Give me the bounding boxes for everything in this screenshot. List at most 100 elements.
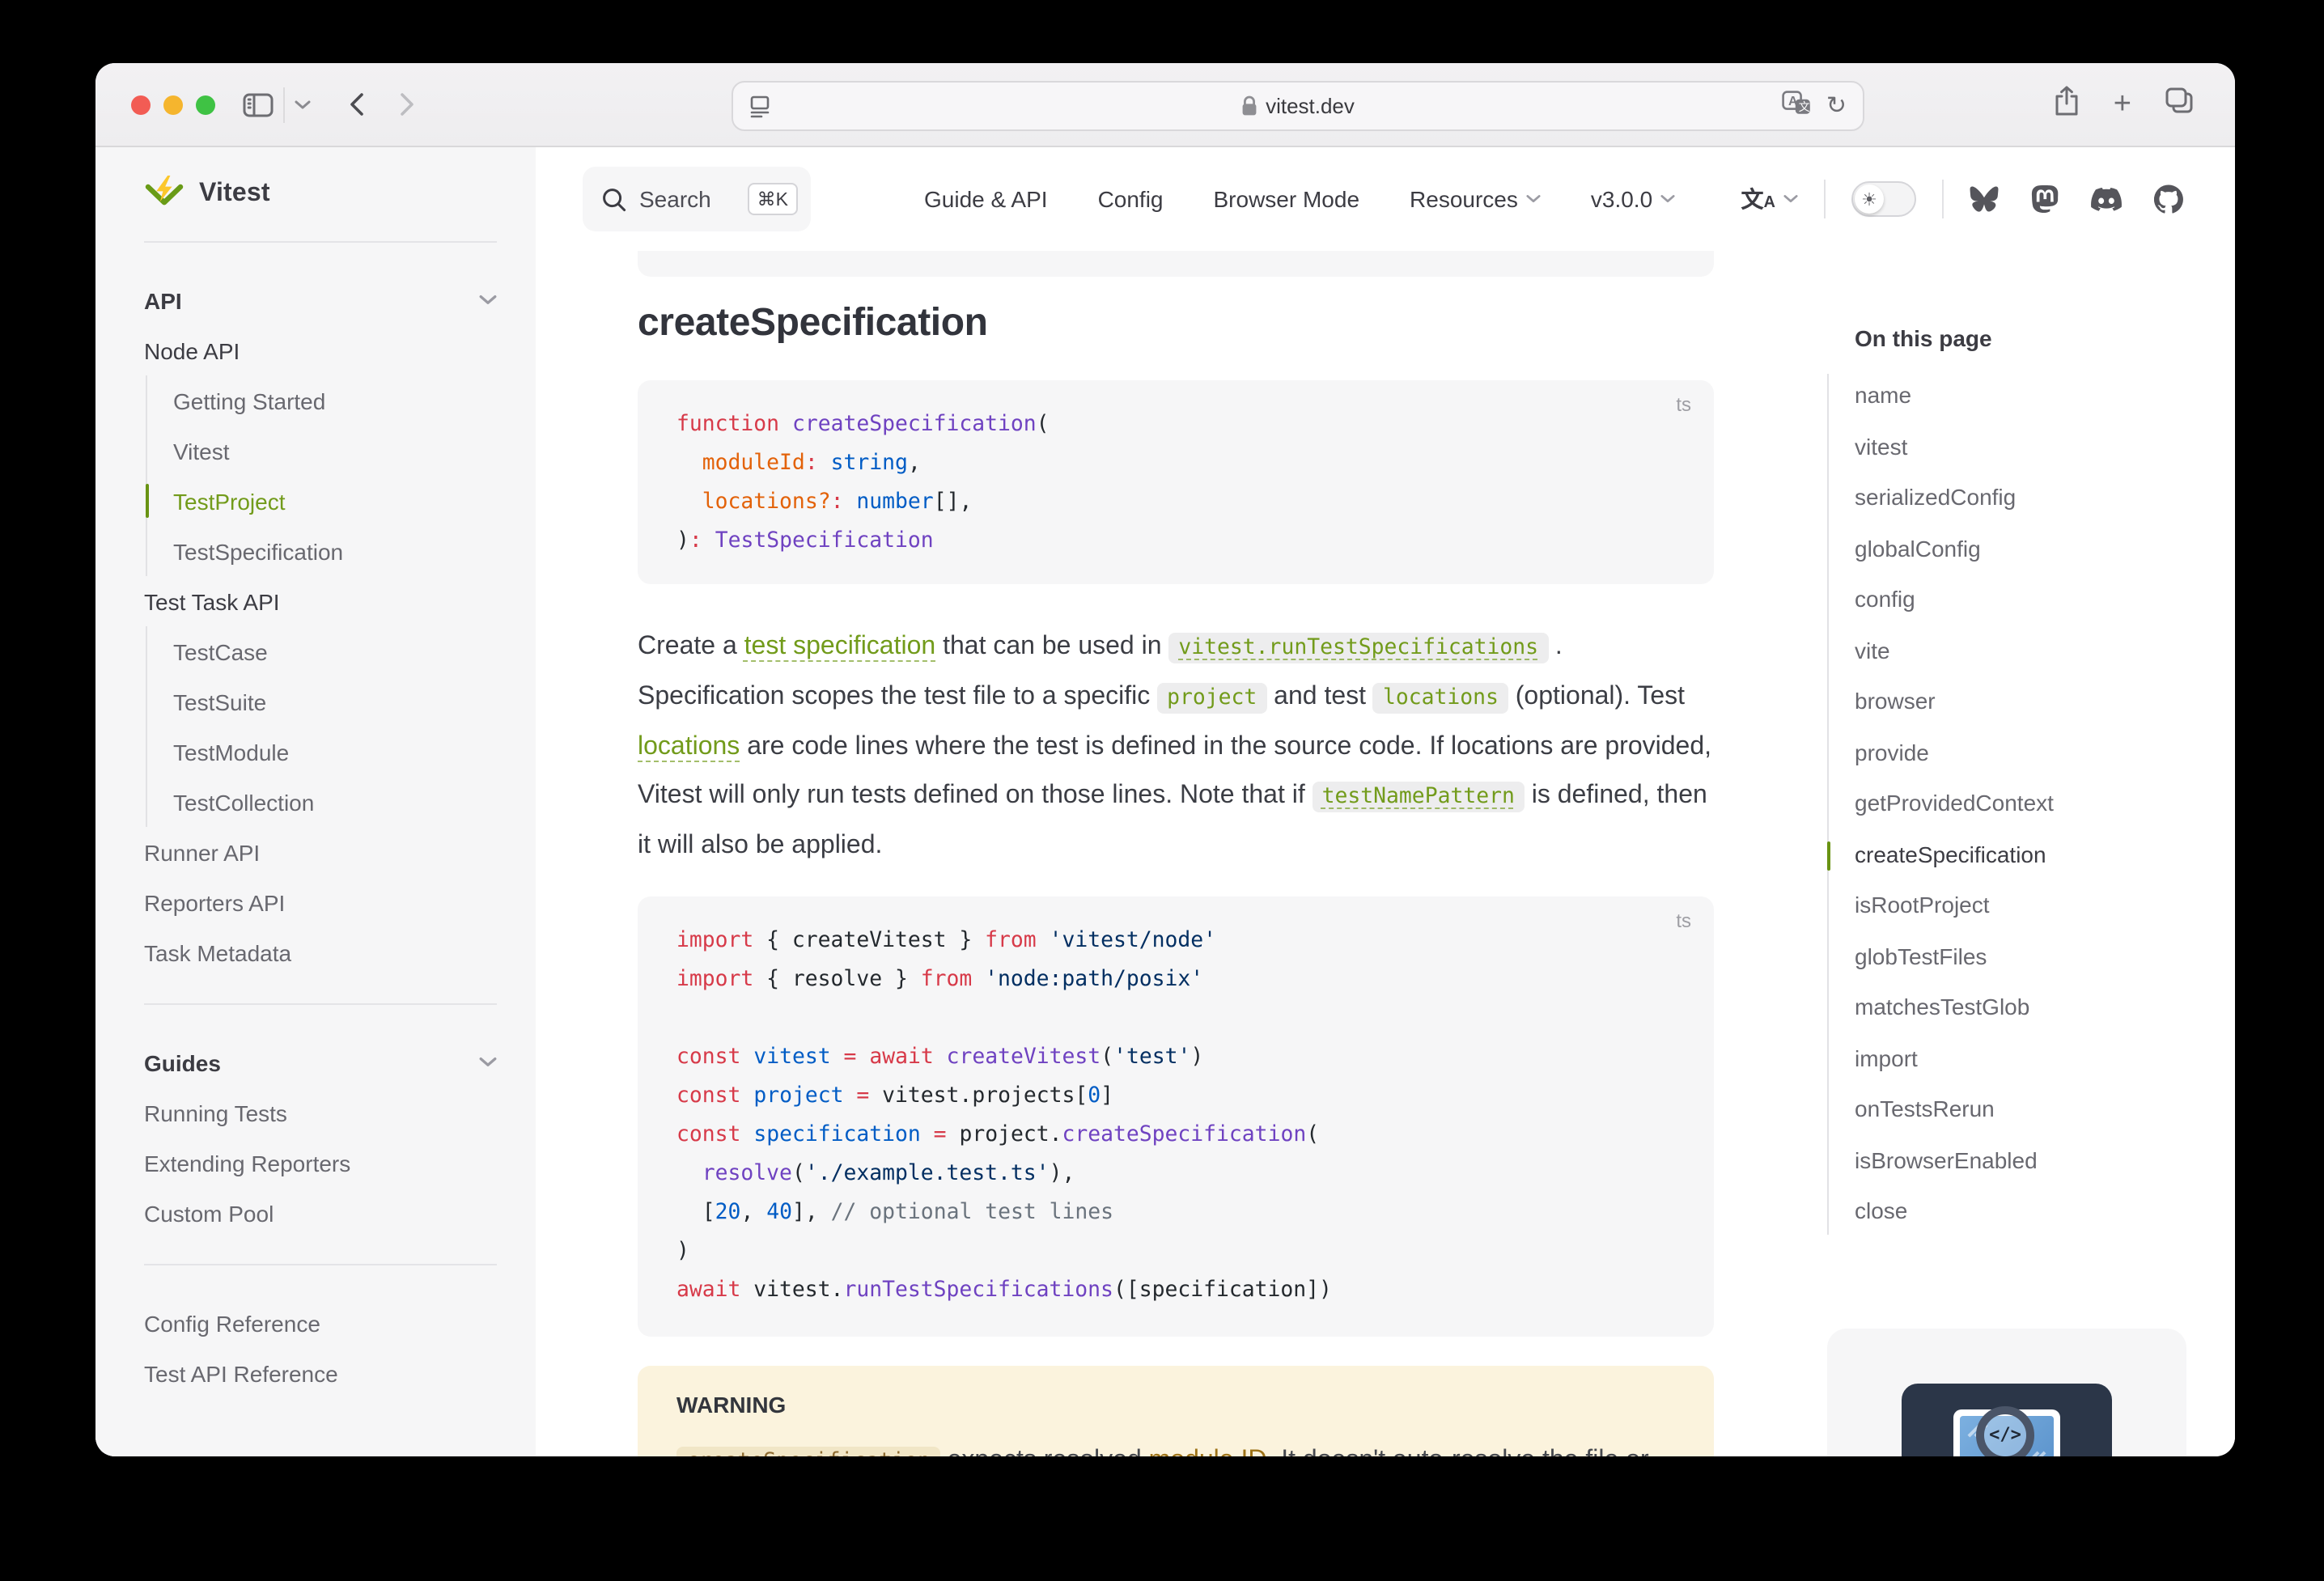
outline-item-matchestestglob[interactable]: matchesTestGlob (1855, 982, 2186, 1033)
outline-item-provide[interactable]: provide (1855, 727, 2186, 778)
minimize-window-button[interactable] (163, 95, 183, 114)
outline-item-vite[interactable]: vite (1855, 625, 2186, 676)
sidebar-panel-icon (243, 91, 274, 117)
sidebar-item-reporters-api[interactable]: Reporters API (144, 877, 497, 927)
back-button[interactable] (350, 92, 364, 117)
inline-code-link[interactable]: vitest.runTestSpecifications (1168, 633, 1548, 663)
chevron-down-icon (1783, 194, 1798, 204)
sidebar-menu-chevron[interactable] (295, 100, 311, 109)
theme-toggle[interactable]: ☀ (1851, 181, 1916, 217)
nav-divider (1824, 180, 1826, 218)
code-line: const vitest = await createVitest('test'… (676, 1039, 1675, 1078)
window-controls (131, 95, 215, 114)
outline-item-createspecification[interactable]: createSpecification (1855, 829, 2186, 880)
sidebar-item-testcase[interactable]: TestCase (173, 626, 497, 676)
sidebar-toggle-button[interactable] (243, 91, 274, 117)
inline-link[interactable]: test specification (744, 633, 936, 660)
close-window-button[interactable] (131, 95, 151, 114)
sidebar-section-title-guides[interactable]: Guides (144, 1037, 497, 1087)
sidebar-item-testcollection[interactable]: TestCollection (173, 777, 497, 827)
toolbar-divider (283, 87, 285, 122)
sidebar-item-test-api-reference[interactable]: Test API Reference (144, 1348, 497, 1398)
forward-button[interactable] (400, 92, 414, 117)
address-bar[interactable]: vitest.dev A文 ↻ (732, 81, 1864, 131)
chevron-down-icon (479, 295, 497, 306)
outline-item-isbrowserenabled[interactable]: isBrowserEnabled (1855, 1135, 2186, 1186)
warning-callout: WARNING createSpecification expects reso… (638, 1366, 1714, 1456)
outline-item-import[interactable]: import (1855, 1033, 2186, 1084)
code-language-badge: ts (1676, 909, 1691, 932)
inline-code-link[interactable]: testNamePattern (1313, 782, 1525, 812)
sidebar-section-title-api[interactable]: API (144, 275, 497, 325)
code-line: function createSpecification( (676, 406, 1675, 445)
nav-link-browser-mode[interactable]: Browser Mode (1214, 186, 1360, 212)
nav-link-config[interactable]: Config (1098, 186, 1164, 212)
outline-rail (1827, 374, 1829, 1234)
outline-active-marker (1827, 841, 1830, 870)
sidebar-item-group: TestCaseTestSuiteTestModuleTestCollectio… (146, 626, 497, 827)
reload-button[interactable]: ↻ (1826, 94, 1847, 118)
outline-item-close[interactable]: close (1855, 1186, 2186, 1237)
search-input[interactable]: Search ⌘K (583, 167, 811, 231)
outline-item-serializedconfig[interactable]: serializedConfig (1855, 473, 2186, 523)
sidebar-item-vitest[interactable]: Vitest (173, 426, 497, 476)
outline-item-browser[interactable]: browser (1855, 676, 2186, 727)
tab-overview-button[interactable] (2165, 87, 2193, 121)
nav-link-guide-api[interactable]: Guide & API (924, 186, 1048, 212)
chevron-down-icon (295, 100, 311, 109)
share-button[interactable] (2054, 85, 2080, 124)
sidebar-item-custom-pool[interactable]: Custom Pool (144, 1188, 497, 1238)
sidebar-section-divider (144, 1264, 497, 1265)
outline-item-config[interactable]: config (1855, 574, 2186, 625)
code-line: const specification = project.createSpec… (676, 1117, 1675, 1155)
nav-link-label: Config (1098, 186, 1164, 212)
sidebar-item-task-metadata[interactable]: Task Metadata (144, 927, 497, 977)
outline-item-globtestfiles[interactable]: globTestFiles (1855, 931, 2186, 982)
outline-item-isrootproject[interactable]: isRootProject (1855, 880, 2186, 931)
outline-item-name[interactable]: name (1855, 371, 2186, 422)
reader-button[interactable] (749, 95, 770, 117)
zoom-window-button[interactable] (196, 95, 215, 114)
discord-link[interactable] (2091, 187, 2122, 211)
sidebar-item-test-task-api[interactable]: Test Task API (144, 576, 497, 626)
new-tab-button[interactable]: + (2114, 89, 2131, 120)
sidebar-item-extending-reporters[interactable]: Extending Reporters (144, 1138, 497, 1188)
github-link[interactable] (2154, 184, 2183, 214)
inline-code: project (1157, 683, 1266, 714)
nav-link-label: Resources (1410, 186, 1518, 212)
inline-link[interactable]: module ID (1149, 1447, 1267, 1456)
site-logo-label: Vitest (199, 180, 270, 209)
code-text: import { createVitest } from 'vitest/nod… (676, 922, 1675, 1311)
outline-item-vitest[interactable]: vitest (1855, 422, 2186, 473)
main-column: Search ⌘K Guide & API Config Browser Mode R… (536, 147, 2235, 1456)
code-line: const project = vitest.projects[0] (676, 1078, 1675, 1117)
outline-item-globalconfig[interactable]: globalConfig (1855, 523, 2186, 574)
sponsor-ad[interactable]: </> (1827, 1328, 2186, 1456)
search-kbd-hint: ⌘K (748, 183, 798, 215)
sidebar-item-getting-started[interactable]: Getting Started (173, 375, 497, 426)
site-logo[interactable]: Vitest (144, 147, 497, 241)
code-block-example[interactable]: ts import { createVitest } from 'vitest/… (638, 896, 1714, 1337)
mastodon-link[interactable] (2031, 184, 2059, 214)
sidebar-item-running-tests[interactable]: Running Tests (144, 1087, 497, 1138)
sidebar-item-testmodule[interactable]: TestModule (173, 727, 497, 777)
sidebar-item-runner-api[interactable]: Runner API (144, 827, 497, 877)
nav-link-resources[interactable]: Resources (1410, 186, 1541, 212)
sidebar-item-node-api[interactable]: Node API (144, 325, 497, 375)
sidebar-item-testsuite[interactable]: TestSuite (173, 676, 497, 727)
outline-item-getprovidedcontext[interactable]: getProvidedContext (1855, 778, 2186, 829)
sidebar-item-testproject[interactable]: TestProject (173, 476, 497, 526)
text: that can be used in (935, 633, 1168, 660)
tab-overview-icon (2165, 87, 2193, 113)
language-switcher[interactable]: 文A (1741, 183, 1798, 215)
code-block-signature[interactable]: ts function createSpecification( moduleI… (638, 380, 1714, 584)
nav-link-v3-0-0[interactable]: v3.0.0 (1591, 186, 1675, 212)
search-label: Search (639, 186, 711, 212)
sidebar-item-config-reference[interactable]: Config Reference (144, 1298, 497, 1348)
outline-item-ontestsrerun[interactable]: onTestsRerun (1855, 1084, 2186, 1135)
bluesky-link[interactable] (1970, 186, 1999, 212)
inline-link[interactable]: locations (638, 733, 740, 761)
sidebar-section-label: Guides (144, 1049, 221, 1075)
translate-button[interactable]: A文 (1783, 90, 1812, 122)
sidebar-item-testspecification[interactable]: TestSpecification (173, 526, 497, 576)
